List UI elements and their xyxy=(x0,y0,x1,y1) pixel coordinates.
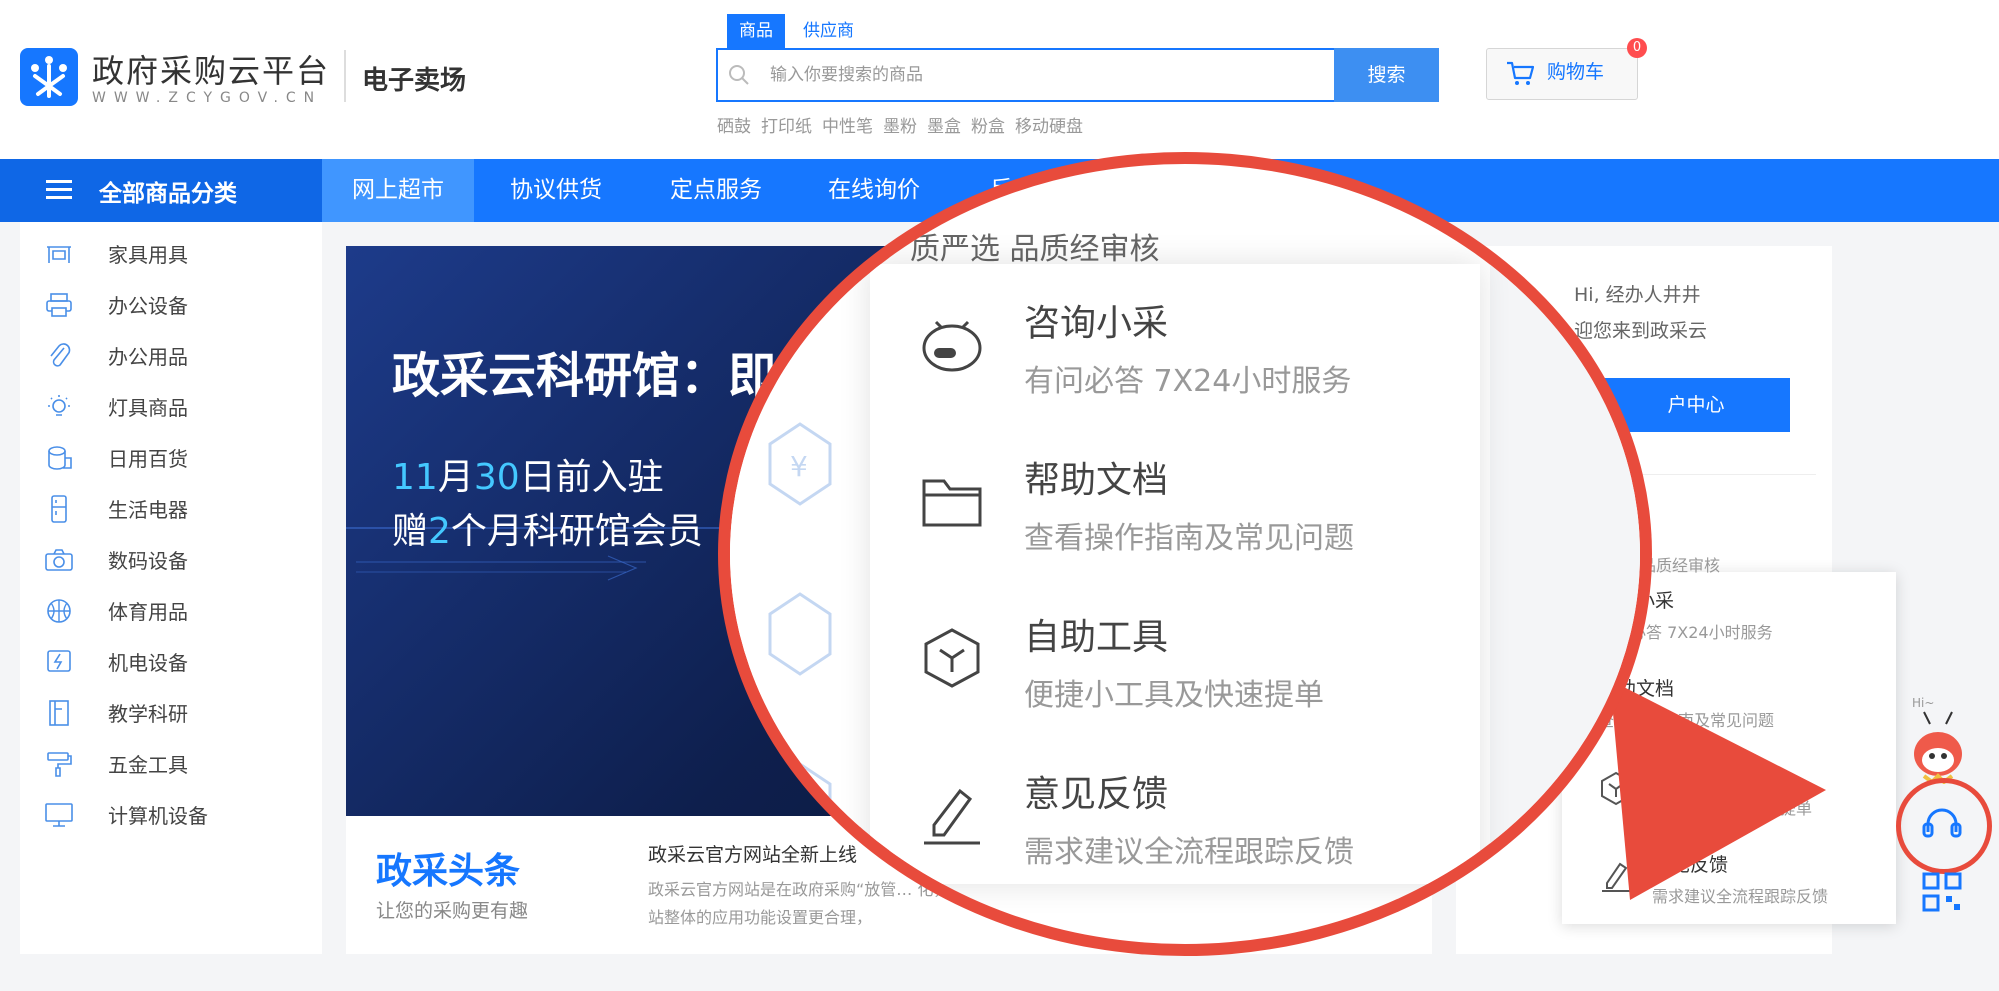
banner-title: 政采云科研馆：即 xyxy=(392,348,777,404)
nav-item-protocol-supply[interactable]: 协议供货 xyxy=(480,159,632,222)
category-label: 教学科研 xyxy=(108,702,188,726)
hot-word[interactable]: 粉盒 xyxy=(971,112,1005,137)
search-tab-goods[interactable]: 商品 xyxy=(727,14,785,48)
category-label: 灯具商品 xyxy=(108,396,188,420)
fridge-icon xyxy=(44,494,74,524)
category-label: 机电设备 xyxy=(108,651,188,675)
basketball-icon xyxy=(44,596,74,626)
zoom-background xyxy=(1490,164,1640,944)
zoom-item-title: 咨询小采 xyxy=(1024,303,1169,344)
category-daily-goods[interactable]: 日用百货 xyxy=(44,432,188,483)
nav-item-online-market[interactable]: 网上超市 xyxy=(322,159,474,222)
zoom-item-desc: 有问必答 7X24小时服务 xyxy=(1024,364,1352,399)
nav-item-fixed-service[interactable]: 定点服务 xyxy=(640,159,792,222)
zoom-item-title: 自助工具 xyxy=(1024,617,1169,658)
banner-line-1: 11月30日前入驻 xyxy=(392,457,664,498)
search-button[interactable]: 搜索 xyxy=(1334,48,1439,102)
news-logo[interactable]: 政采头条 xyxy=(376,842,520,894)
zoom-item-title: 意见反馈 xyxy=(1024,774,1169,815)
logo-name[interactable]: 政府采购云平台 xyxy=(92,46,330,92)
cart-label: 购物车 xyxy=(1547,61,1605,83)
category-digital[interactable]: 数码设备 xyxy=(44,534,188,585)
category-label: 办公设备 xyxy=(108,294,188,318)
zoom-item-self-tools[interactable]: 自助工具便捷小工具及快速提单 xyxy=(920,608,1324,714)
category-lighting[interactable]: 灯具商品 xyxy=(44,381,188,432)
bulb-icon xyxy=(44,392,74,422)
service-item-desc: 便捷小工具及快速提单 xyxy=(1652,799,1813,818)
category-office-equipment[interactable]: 办公设备 xyxy=(44,279,188,330)
zoom-item-desc: 查看操作指南及常见问题 xyxy=(1024,521,1354,556)
category-label: 五金工具 xyxy=(108,753,188,777)
category-office-supplies[interactable]: 办公用品 xyxy=(44,330,188,381)
category-label: 日用百货 xyxy=(108,447,188,471)
category-electromechanical[interactable]: 机电设备 xyxy=(44,636,188,687)
zoom-item-consult[interactable]: 咨询小采有问必答 7X24小时服务 xyxy=(920,294,1351,400)
service-item-title: 自助工具 xyxy=(1652,766,1729,788)
camera-icon xyxy=(44,545,74,575)
logo-mark-icon[interactable] xyxy=(20,48,78,106)
category-label: 体育用品 xyxy=(108,600,188,624)
hot-word[interactable]: 硒鼓 xyxy=(717,112,751,137)
zoom-item-title: 帮助文档 xyxy=(1024,460,1169,501)
hot-word[interactable]: 中性笔 xyxy=(822,112,873,137)
market-label: 电子卖场 xyxy=(362,66,467,96)
hot-word[interactable]: 墨盒 xyxy=(927,112,961,137)
category-appliances[interactable]: 生活电器 xyxy=(44,483,188,534)
pen-icon xyxy=(920,783,984,847)
paint-roller-icon xyxy=(44,749,74,779)
category-furniture[interactable]: 家具用具 xyxy=(44,228,188,279)
zoom-item-desc: 便捷小工具及快速提单 xyxy=(1024,678,1324,713)
service-menu-header: 品质经审核 xyxy=(1640,556,1721,575)
category-sports[interactable]: 体育用品 xyxy=(44,585,188,636)
search-icon xyxy=(728,64,750,90)
printer-icon xyxy=(44,290,74,320)
svg-text:¥: ¥ xyxy=(790,450,808,483)
category-hardware-tools[interactable]: 五金工具 xyxy=(44,738,188,789)
all-categories-label: 全部商品分类 xyxy=(99,181,237,207)
category-education[interactable]: 教学科研 xyxy=(44,687,188,738)
category-label: 生活电器 xyxy=(108,498,188,522)
qr-code-icon[interactable] xyxy=(1922,872,1962,916)
category-label: 计算机设备 xyxy=(108,804,208,828)
category-computer[interactable]: 计算机设备 xyxy=(44,789,208,840)
category-label: 家具用具 xyxy=(108,243,188,267)
hot-word[interactable]: 移动硬盘 xyxy=(1015,112,1083,137)
news-tagline: 让您的采购更有趣 xyxy=(376,900,529,922)
service-item-title: 意见反馈 xyxy=(1652,854,1729,876)
folder-icon xyxy=(920,469,984,533)
logo-url: WWW.ZCYGOV.CN xyxy=(92,90,323,106)
zoom-item-desc: 需求建议全流程跟踪反馈 xyxy=(1024,835,1354,870)
hot-word[interactable]: 墨粉 xyxy=(883,112,917,137)
zoom-banner-edge: ¥ xyxy=(730,244,860,944)
tissue-roll-icon xyxy=(44,443,74,473)
paperclip-icon xyxy=(44,341,74,371)
book-icon xyxy=(44,698,74,728)
hot-search-words: 硒鼓 打印纸 中性笔 墨粉 墨盒 粉盒 移动硬盘 xyxy=(717,112,1083,137)
highlight-circle xyxy=(1896,778,1992,874)
zoom-item-help-docs[interactable]: 帮助文档查看操作指南及常见问题 xyxy=(920,451,1354,557)
cart-count-badge: 0 xyxy=(1627,38,1647,58)
nav-item-online-inquiry[interactable]: 在线询价 xyxy=(798,159,950,222)
banner-line-2: 赠2个月科研馆会员 xyxy=(392,511,703,552)
mascot-small-greeting: Hi~ xyxy=(1912,696,1935,710)
cart-icon xyxy=(1506,61,1535,91)
zoom-item-feedback[interactable]: 意见反馈需求建议全流程跟踪反馈 xyxy=(920,765,1354,871)
search-input[interactable] xyxy=(770,50,1330,100)
hot-word[interactable]: 打印纸 xyxy=(761,112,812,137)
category-label: 办公用品 xyxy=(108,345,188,369)
cube-icon xyxy=(920,626,984,690)
power-icon xyxy=(44,647,74,677)
search-tab-supplier[interactable]: 供应商 xyxy=(791,14,866,48)
menu-icon xyxy=(46,178,72,206)
monitor-icon xyxy=(44,800,74,830)
category-label: 数码设备 xyxy=(108,549,188,573)
robot-icon xyxy=(920,312,984,376)
zoom-callout: ¥ 质严选 品质经审核 咨询小采有问必答 7X24小时服务 帮助文档查看操作指南… xyxy=(718,152,1652,956)
service-item-desc: 需求建议全流程跟踪反馈 xyxy=(1652,887,1829,906)
zoom-header: 质严选 品质经审核 xyxy=(910,232,1160,267)
logo-divider xyxy=(344,50,346,102)
furniture-icon xyxy=(44,239,74,269)
